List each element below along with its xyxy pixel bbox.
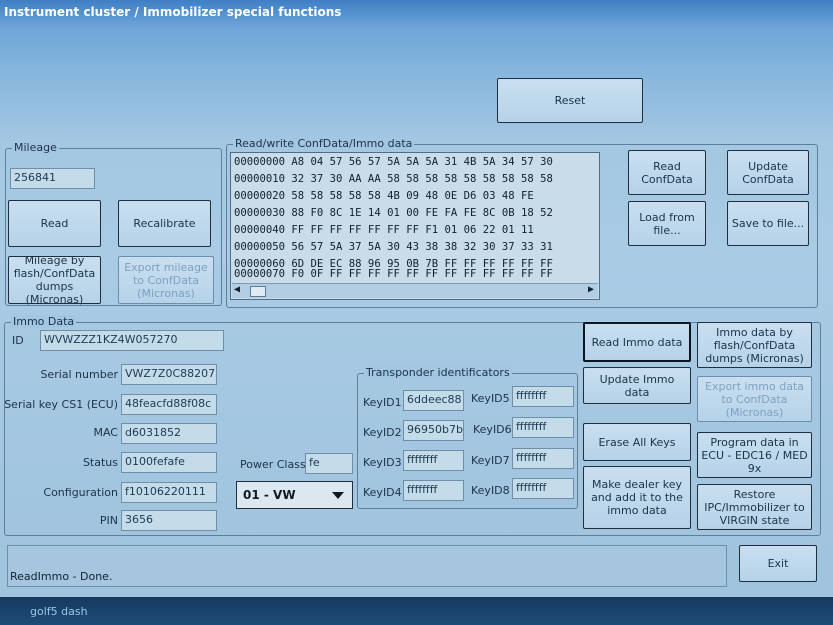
- immo-group-label: Immo Data: [11, 315, 77, 328]
- window-title: Instrument cluster / Immobilizer special…: [4, 5, 342, 19]
- power-class-label: Power Class: [240, 458, 306, 471]
- serial-key-field[interactable]: 48feacfd88f08c: [121, 394, 217, 415]
- update-immo-button[interactable]: Update Immo data: [583, 367, 691, 404]
- status-bar: ReadImmo - Done.: [7, 545, 727, 587]
- top-band: [0, 28, 833, 138]
- confdata-hex-view[interactable]: 00000000 A8 04 57 56 57 5A 5A 5A 31 4B 5…: [230, 152, 600, 300]
- taskbar: golf5 dash: [0, 597, 833, 625]
- configuration-label: Configuration: [43, 486, 118, 499]
- status-text: ReadImmo - Done.: [10, 570, 113, 583]
- serial-number-field[interactable]: VWZ7Z0C8820731: [121, 364, 217, 385]
- pin-field[interactable]: 3656: [121, 510, 217, 531]
- serial-key-label: Serial key CS1 (ECU): [4, 398, 118, 411]
- keyid3-label: KeyID3: [363, 456, 402, 469]
- status-field[interactable]: 0100fefafe: [121, 452, 217, 473]
- keyid1-field[interactable]: 6ddeec88: [403, 390, 464, 411]
- export-mileage-button[interactable]: Export mileage to ConfData (Micronas): [118, 256, 214, 304]
- read-mileage-button[interactable]: Read: [8, 200, 101, 247]
- mileage-flash-button[interactable]: Mileage by flash/ConfData dumps (Microna…: [8, 254, 101, 306]
- erase-keys-button[interactable]: Erase All Keys: [583, 423, 691, 461]
- id-field[interactable]: WVWZZZ1KZ4W057270: [40, 330, 224, 351]
- keyid3-field[interactable]: ffffffff: [403, 450, 464, 471]
- mac-label: MAC: [93, 426, 118, 439]
- transponder-group-label: Transponder identificators: [364, 366, 512, 379]
- read-immo-button[interactable]: Read Immo data: [583, 322, 691, 362]
- mileage-field[interactable]: 256841: [10, 168, 95, 189]
- serial-number-label: Serial number: [40, 368, 118, 381]
- restore-virgin-button[interactable]: Restore IPC/Immobilizer to VIRGIN state: [697, 484, 812, 530]
- keyid8-label: KeyID8: [471, 484, 510, 497]
- hex-row: 00000050 56 57 5A 37 5A 30 43 38 38 32 3…: [234, 241, 553, 253]
- immo-flash-button[interactable]: Immo data by flash/ConfData dumps (Micro…: [697, 322, 812, 368]
- title-bar: Instrument cluster / Immobilizer special…: [0, 0, 833, 28]
- brand-select[interactable]: 01 - VW: [236, 481, 353, 509]
- keyid2-field[interactable]: 96950b7b: [403, 420, 464, 441]
- keyid1-label: KeyID1: [363, 396, 402, 409]
- configuration-field[interactable]: f10106220111: [121, 482, 217, 503]
- keyid6-label: KeyID6: [473, 423, 512, 436]
- keyid4-field[interactable]: ffffffff: [403, 480, 464, 501]
- update-confdata-button[interactable]: Update ConfData: [727, 150, 809, 195]
- id-label: ID: [12, 334, 24, 347]
- save-file-button[interactable]: Save to file...: [727, 201, 809, 246]
- read-confdata-button[interactable]: Read ConfData: [628, 150, 706, 195]
- keyid6-field[interactable]: ffffffff: [512, 417, 574, 438]
- keyid8-field[interactable]: ffffffff: [512, 478, 574, 499]
- hex-horizontal-scrollbar[interactable]: ◀ ▶: [232, 283, 598, 298]
- hex-row: 00000040 FF FF FF FF FF FF FF F1 01 06 2…: [234, 224, 534, 236]
- keyid2-label: KeyID2: [363, 426, 402, 439]
- mac-field[interactable]: d6031852: [121, 423, 217, 444]
- brand-select-value: 01 - VW: [243, 488, 296, 502]
- scroll-left-icon[interactable]: ◀: [234, 284, 240, 295]
- hex-row: 00000030 88 F0 8C 1E 14 01 00 FE FA FE 8…: [234, 207, 553, 219]
- recalibrate-button[interactable]: Recalibrate: [118, 200, 211, 247]
- hex-row: 00000070 F0 0F FF FF FF FF FF FF FF FF F…: [234, 268, 553, 280]
- keyid5-field[interactable]: ffffffff: [512, 386, 574, 407]
- exit-button[interactable]: Exit: [739, 545, 817, 582]
- keyid7-field[interactable]: ffffffff: [512, 448, 574, 469]
- program-ecu-button[interactable]: Program data in ECU - EDC16 / MED 9x: [697, 432, 812, 478]
- keyid5-label: KeyID5: [471, 392, 510, 405]
- mileage-group-label: Mileage: [12, 141, 59, 154]
- hex-row: 00000020 58 58 58 58 58 4B 09 48 0E D6 0…: [234, 190, 534, 202]
- scroll-right-icon[interactable]: ▶: [588, 284, 594, 295]
- status-label: Status: [82, 456, 118, 469]
- hex-row: 00000000 A8 04 57 56 57 5A 5A 5A 31 4B 5…: [234, 156, 553, 168]
- keyid7-label: KeyID7: [471, 454, 510, 467]
- export-immo-button[interactable]: Export immo data to ConfData (Micronas): [697, 376, 812, 422]
- keyid4-label: KeyID4: [363, 486, 402, 499]
- reset-button[interactable]: Reset: [497, 78, 643, 123]
- scroll-thumb[interactable]: [250, 286, 266, 297]
- confdata-group-label: Read/write ConfData/Immo data: [233, 137, 415, 150]
- power-class-field[interactable]: fe: [305, 453, 353, 474]
- chevron-down-icon: [332, 492, 344, 499]
- load-file-button[interactable]: Load from file...: [628, 201, 706, 246]
- taskbar-item[interactable]: golf5 dash: [30, 605, 88, 618]
- pin-label: PIN: [99, 514, 118, 527]
- hex-row: 00000010 32 37 30 AA AA 58 58 58 58 58 5…: [234, 173, 553, 185]
- dealer-key-button[interactable]: Make dealer key and add it to the immo d…: [583, 466, 691, 529]
- main-window: Instrument cluster / Immobilizer special…: [0, 0, 833, 625]
